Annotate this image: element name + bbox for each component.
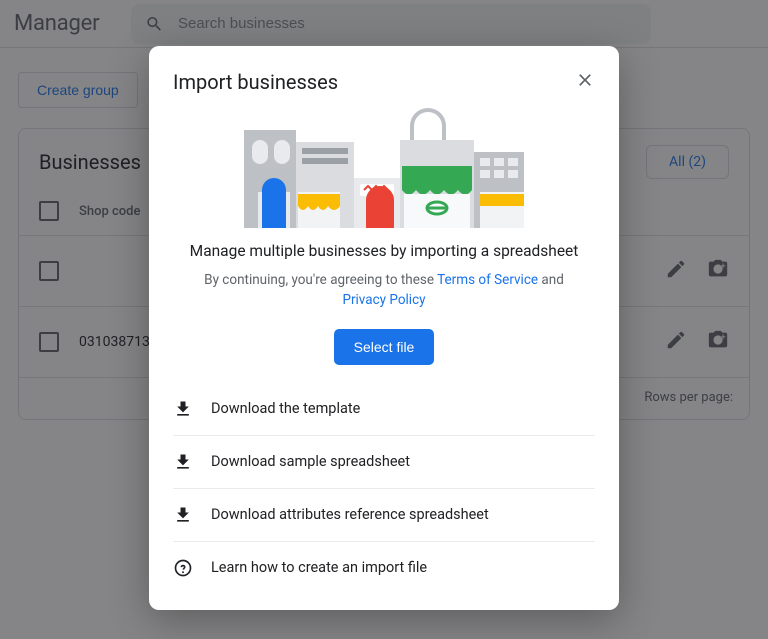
option-label: Download attributes reference spreadshee… bbox=[211, 506, 489, 523]
modal-title: Import businesses bbox=[173, 70, 338, 94]
download-sample[interactable]: Download sample spreadsheet bbox=[173, 436, 595, 489]
help-icon bbox=[173, 558, 193, 578]
option-label: Download sample spreadsheet bbox=[211, 453, 410, 470]
tos-link[interactable]: Terms of Service bbox=[437, 272, 538, 288]
option-list: Download the template Download sample sp… bbox=[149, 383, 619, 594]
close-icon bbox=[575, 70, 595, 90]
option-label: Download the template bbox=[211, 400, 360, 417]
select-file-button[interactable]: Select file bbox=[334, 329, 435, 365]
import-modal: Import businesses bbox=[149, 46, 619, 610]
close-button[interactable] bbox=[575, 70, 595, 94]
download-icon bbox=[173, 399, 193, 419]
privacy-link[interactable]: Privacy Policy bbox=[342, 292, 425, 308]
download-icon bbox=[173, 505, 193, 525]
illustration bbox=[149, 100, 619, 242]
option-label: Learn how to create an import file bbox=[211, 559, 427, 576]
learn-import[interactable]: Learn how to create an import file bbox=[173, 542, 595, 594]
modal-consent: By continuing, you're agreeing to these … bbox=[183, 270, 585, 311]
download-attributes[interactable]: Download attributes reference spreadshee… bbox=[173, 489, 595, 542]
modal-headline: Manage multiple businesses by importing … bbox=[183, 242, 585, 260]
download-icon bbox=[173, 452, 193, 472]
download-template[interactable]: Download the template bbox=[173, 383, 595, 436]
storefront-illustration-icon bbox=[244, 108, 524, 228]
